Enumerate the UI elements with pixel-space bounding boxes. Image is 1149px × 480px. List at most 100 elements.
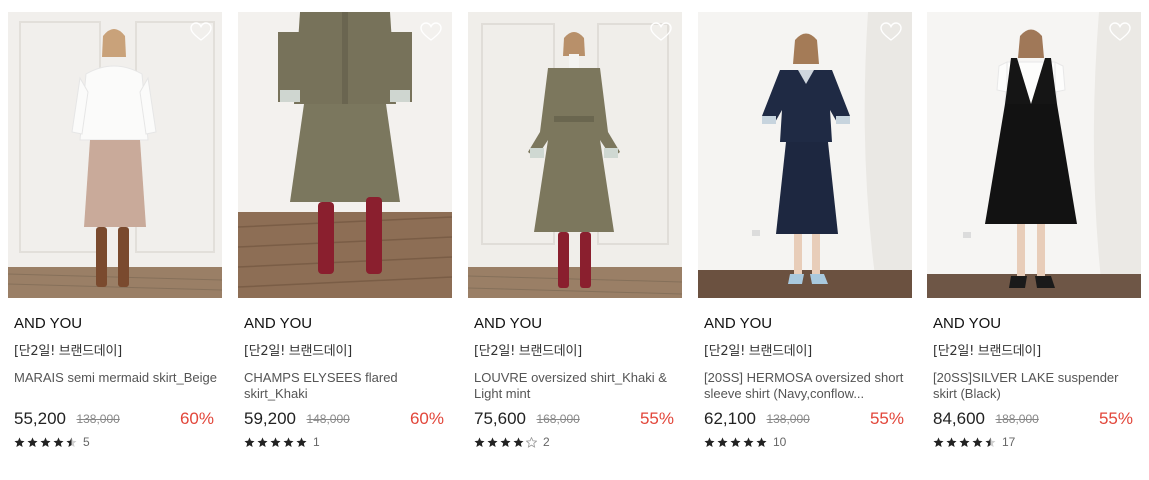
star-filled-icon — [946, 437, 957, 447]
sale-price: 62,100 — [704, 409, 756, 428]
product-card[interactable]: AND YOU [단2일! 브랜드데이] LOUVRE oversized sh… — [468, 12, 682, 472]
rating-stars — [14, 437, 77, 448]
discount-rate: 55% — [869, 409, 904, 428]
rating-stars — [474, 436, 537, 448]
product-info: AND YOU [단2일! 브랜드데이] [20SS] HERMOSA over… — [704, 314, 910, 450]
product-image[interactable] — [468, 12, 682, 298]
product-brand[interactable]: AND YOU — [704, 314, 910, 334]
star-filled-icon — [959, 437, 970, 447]
product-card[interactable]: AND YOU [단2일! 브랜드데이] MARAIS semi mermaid… — [8, 12, 222, 472]
review-count: 2 — [543, 435, 550, 449]
star-filled-icon — [730, 437, 741, 447]
star-filled-icon — [283, 437, 294, 447]
star-filled-icon — [756, 437, 767, 447]
product-prices: 62,100 138,000 55% — [704, 408, 910, 430]
discount-rate: 60% — [179, 409, 214, 428]
product-name[interactable]: CHAMPS ELYSEES flared skirt_Khaki — [244, 370, 450, 402]
product-photo — [238, 12, 452, 298]
product-info: AND YOU [단2일! 브랜드데이] LOUVRE oversized sh… — [474, 314, 680, 450]
rating-stars — [933, 437, 996, 448]
star-filled-icon — [704, 437, 715, 447]
star-filled-icon — [53, 437, 64, 447]
product-image[interactable] — [698, 12, 912, 298]
product-photo — [8, 12, 222, 298]
original-price: 148,000 — [306, 412, 350, 426]
star-filled-icon — [257, 437, 268, 447]
product-name[interactable]: LOUVRE oversized shirt_Khaki & Light min… — [474, 370, 680, 402]
product-prices: 84,600 188,000 55% — [933, 408, 1139, 430]
sale-price: 59,200 — [244, 409, 296, 428]
product-name[interactable]: [20SS]SILVER LAKE suspender skirt (Black… — [933, 370, 1139, 402]
star-half-icon — [66, 437, 77, 447]
product-promo-tag: [단2일! 브랜드데이] — [704, 344, 812, 359]
star-filled-icon — [513, 437, 524, 447]
product-image[interactable] — [8, 12, 222, 298]
star-filled-icon — [717, 437, 728, 447]
product-grid: AND YOU [단2일! 브랜드데이] MARAIS semi mermaid… — [8, 12, 1142, 472]
product-info: AND YOU [단2일! 브랜드데이] CHAMPS ELYSEES flar… — [244, 314, 450, 450]
review-count: 5 — [83, 435, 90, 449]
product-promo-tag: [단2일! 브랜드데이] — [14, 344, 122, 359]
product-brand[interactable]: AND YOU — [14, 314, 220, 334]
product-photo — [927, 12, 1141, 298]
original-price: 168,000 — [536, 412, 580, 426]
product-rating: 5 — [14, 434, 220, 450]
wishlist-heart-icon[interactable] — [650, 22, 672, 42]
star-filled-icon — [743, 437, 754, 447]
wishlist-heart-icon[interactable] — [420, 22, 442, 42]
product-card[interactable]: AND YOU [단2일! 브랜드데이] [20SS] HERMOSA over… — [698, 12, 912, 472]
star-filled-icon — [972, 437, 983, 447]
sale-price: 75,600 — [474, 409, 526, 428]
product-image[interactable] — [238, 12, 452, 298]
star-filled-icon — [500, 437, 511, 447]
rating-stars — [704, 437, 767, 448]
star-filled-icon — [296, 437, 307, 447]
product-promo-tag: [단2일! 브랜드데이] — [933, 344, 1041, 359]
star-half-icon — [985, 437, 996, 447]
product-photo — [698, 12, 912, 298]
original-price: 138,000 — [76, 412, 120, 426]
product-brand[interactable]: AND YOU — [933, 314, 1139, 334]
rating-stars — [244, 437, 307, 448]
sale-price: 55,200 — [14, 409, 66, 428]
original-price: 138,000 — [766, 412, 810, 426]
product-photo — [468, 12, 682, 298]
product-rating: 17 — [933, 434, 1139, 450]
star-filled-icon — [270, 437, 281, 447]
product-info: AND YOU [단2일! 브랜드데이] MARAIS semi mermaid… — [14, 314, 220, 450]
star-filled-icon — [14, 437, 25, 447]
sale-price: 84,600 — [933, 409, 985, 428]
discount-rate: 55% — [639, 409, 674, 428]
review-count: 10 — [773, 435, 787, 449]
product-rating: 1 — [244, 434, 450, 450]
review-count: 1 — [313, 435, 320, 449]
star-filled-icon — [27, 437, 38, 447]
wishlist-heart-icon[interactable] — [190, 22, 212, 42]
product-prices: 75,600 168,000 55% — [474, 408, 680, 430]
star-filled-icon — [244, 437, 255, 447]
product-name[interactable]: [20SS] HERMOSA oversized short sleeve sh… — [704, 370, 910, 402]
product-info: AND YOU [단2일! 브랜드데이] [20SS]SILVER LAKE s… — [933, 314, 1139, 450]
product-brand[interactable]: AND YOU — [244, 314, 450, 334]
product-name[interactable]: MARAIS semi mermaid skirt_Beige — [14, 370, 220, 402]
discount-rate: 55% — [1098, 409, 1133, 428]
star-filled-icon — [474, 437, 485, 447]
star-empty-icon — [526, 436, 537, 448]
star-filled-icon — [933, 437, 944, 447]
product-prices: 55,200 138,000 60% — [14, 408, 220, 430]
wishlist-heart-icon[interactable] — [880, 22, 902, 42]
product-rating: 10 — [704, 434, 910, 450]
original-price: 188,000 — [995, 412, 1039, 426]
product-prices: 59,200 148,000 60% — [244, 408, 450, 430]
product-rating: 2 — [474, 434, 680, 450]
product-promo-tag: [단2일! 브랜드데이] — [474, 344, 582, 359]
product-card[interactable]: AND YOU [단2일! 브랜드데이] [20SS]SILVER LAKE s… — [927, 12, 1141, 472]
review-count: 17 — [1002, 435, 1016, 449]
product-image[interactable] — [927, 12, 1141, 298]
star-filled-icon — [487, 437, 498, 447]
product-brand[interactable]: AND YOU — [474, 314, 680, 334]
product-card[interactable]: AND YOU [단2일! 브랜드데이] CHAMPS ELYSEES flar… — [238, 12, 452, 472]
discount-rate: 60% — [409, 409, 444, 428]
star-filled-icon — [40, 437, 51, 447]
wishlist-heart-icon[interactable] — [1109, 22, 1131, 42]
